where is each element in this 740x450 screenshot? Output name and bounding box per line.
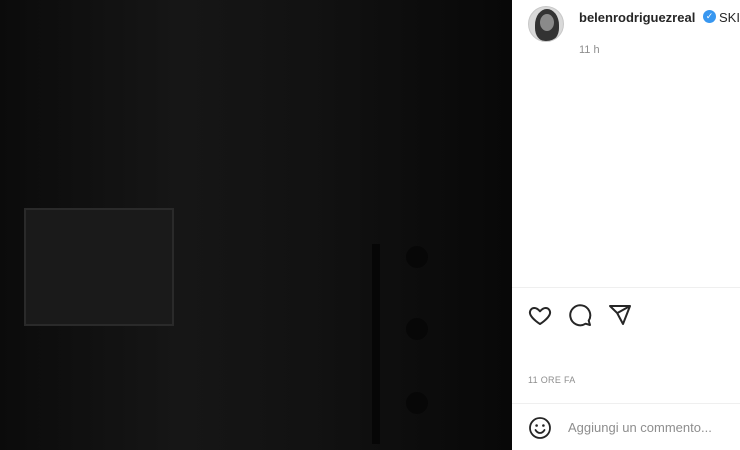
post-age[interactable]: 11 ORE FA [528, 375, 576, 385]
photo-background-detail [406, 246, 428, 268]
photo-background-detail [24, 208, 174, 326]
verified-badge-icon: ✓ [703, 10, 716, 23]
emoji-icon [529, 417, 551, 439]
post-header: belenrodriguezreal ✓ SKII 11 h [512, 0, 740, 72]
share-icon [609, 305, 631, 325]
username-link[interactable]: belenrodriguezreal [579, 10, 695, 25]
post-viewer: belenrodriguezreal ✓ SKII 11 h [0, 0, 740, 450]
comment-icon [569, 304, 592, 327]
emoji-button[interactable] [528, 416, 552, 440]
comment-button[interactable] [568, 303, 592, 327]
photo-background-detail [406, 318, 428, 340]
comment-bar [512, 404, 740, 450]
post-time[interactable]: 11 h [579, 44, 600, 56]
caption-text: SKII [719, 10, 740, 25]
post-photo[interactable] [0, 0, 512, 450]
comment-input[interactable] [568, 414, 732, 440]
avatar[interactable] [528, 6, 564, 42]
action-bar [528, 302, 632, 328]
photo-background-detail [406, 392, 428, 414]
heart-icon [528, 307, 552, 325]
photo-background-detail [372, 244, 380, 444]
share-button[interactable] [608, 303, 632, 327]
divider [512, 287, 740, 288]
like-button[interactable] [528, 303, 552, 327]
post-side-panel: belenrodriguezreal ✓ SKII 11 h [512, 0, 740, 450]
